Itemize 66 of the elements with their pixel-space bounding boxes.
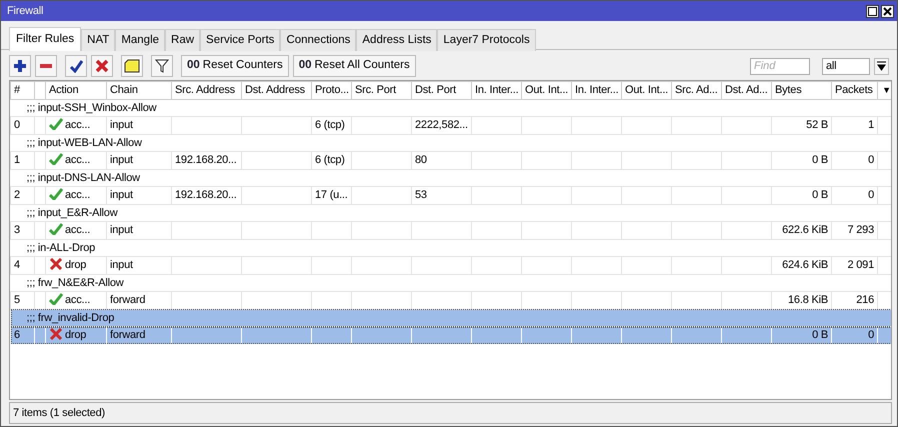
column-menu-button[interactable]: ▼ bbox=[878, 82, 891, 99]
table-cell: input bbox=[110, 154, 133, 166]
rule-comment: ;;; input-WEB-LAN-Allow bbox=[26, 136, 142, 148]
table-cell: 7 293 bbox=[847, 224, 874, 236]
tab[interactable]: Layer7 Protocols bbox=[437, 29, 536, 51]
rule-comment: ;;; input_E&R-Allow bbox=[26, 206, 118, 218]
tab[interactable]: Connections bbox=[280, 29, 356, 51]
table-cell: input bbox=[110, 189, 133, 201]
table-cell: 17 (u... bbox=[315, 189, 348, 201]
table-cell: 80 bbox=[415, 154, 427, 166]
table-cell: acc... bbox=[65, 154, 90, 166]
table-cell: drop bbox=[65, 259, 86, 271]
table-cell: 3 bbox=[14, 224, 20, 236]
status-text: 7 items (1 selected) bbox=[13, 406, 105, 421]
table-cell: acc... bbox=[65, 224, 90, 236]
table-cell: 5 bbox=[14, 294, 20, 306]
table-cell: 192.168.20... bbox=[175, 154, 237, 166]
find-field[interactable]: Find bbox=[750, 58, 810, 74]
table-cell: 0 bbox=[14, 119, 20, 131]
table-cell: 52 B bbox=[806, 119, 828, 131]
table-cell: acc... bbox=[65, 294, 90, 306]
table-cell: 622.6 KiB bbox=[782, 224, 828, 236]
table-cell: 0 B bbox=[812, 329, 828, 341]
table-cell: 53 bbox=[415, 189, 427, 201]
rule-comment: ;;; frw_invalid-Drop bbox=[26, 312, 114, 324]
tab[interactable]: Address Lists bbox=[356, 29, 438, 51]
table-cell: 2 091 bbox=[847, 259, 874, 271]
reset-counters-button[interactable]: 00 Reset All Counters bbox=[292, 55, 416, 77]
table-cell: drop bbox=[65, 329, 86, 341]
table-cell: input bbox=[110, 224, 133, 236]
table-cell: 6 (tcp) bbox=[315, 154, 345, 166]
table-cell: 0 B bbox=[812, 154, 828, 166]
table-cell: 1 bbox=[868, 119, 874, 131]
rule-comment: ;;; input-SSH_Winbox-Allow bbox=[26, 102, 156, 114]
table-cell: 0 B bbox=[812, 189, 828, 201]
column-header[interactable]: # bbox=[14, 84, 20, 96]
rule-comment: ;;; in-ALL-Drop bbox=[26, 242, 96, 254]
filter-dropdown[interactable]: all bbox=[822, 58, 870, 74]
tab[interactable]: Raw bbox=[165, 29, 200, 51]
reset-counters-button[interactable]: 00 Reset Counters bbox=[181, 55, 289, 77]
table-cell: acc... bbox=[65, 119, 90, 131]
table-cell: input bbox=[110, 119, 133, 131]
table-cell: input bbox=[110, 259, 133, 271]
table-cell: forward bbox=[110, 294, 146, 306]
table-cell: 2 bbox=[14, 189, 20, 201]
tab[interactable]: Mangle bbox=[115, 29, 166, 51]
window-title: Firewall bbox=[7, 4, 44, 19]
rule-comment: ;;; frw_N&E&R-Allow bbox=[26, 276, 124, 288]
table-cell: 216 bbox=[856, 294, 874, 306]
table-cell: forward bbox=[110, 329, 146, 341]
table-cell: 0 bbox=[868, 189, 874, 201]
table-cell: 4 bbox=[14, 259, 20, 271]
table-cell: 2222,582... bbox=[415, 119, 468, 131]
tab[interactable]: NAT bbox=[81, 29, 116, 51]
tab[interactable]: Filter Rules bbox=[9, 27, 82, 51]
table-cell: 6 bbox=[14, 329, 20, 341]
table-cell: 6 (tcp) bbox=[315, 119, 345, 131]
table-cell: 16.8 KiB bbox=[788, 294, 828, 306]
tab[interactable]: Service Ports bbox=[200, 29, 280, 51]
rule-comment: ;;; input-DNS-LAN-Allow bbox=[26, 172, 140, 184]
table-cell: 1 bbox=[14, 154, 20, 166]
table-cell: 0 bbox=[868, 329, 874, 341]
table-cell: 192.168.20... bbox=[175, 189, 237, 201]
table-cell: acc... bbox=[65, 189, 90, 201]
table-cell: 624.6 KiB bbox=[782, 259, 828, 271]
table-cell: 0 bbox=[868, 154, 874, 166]
